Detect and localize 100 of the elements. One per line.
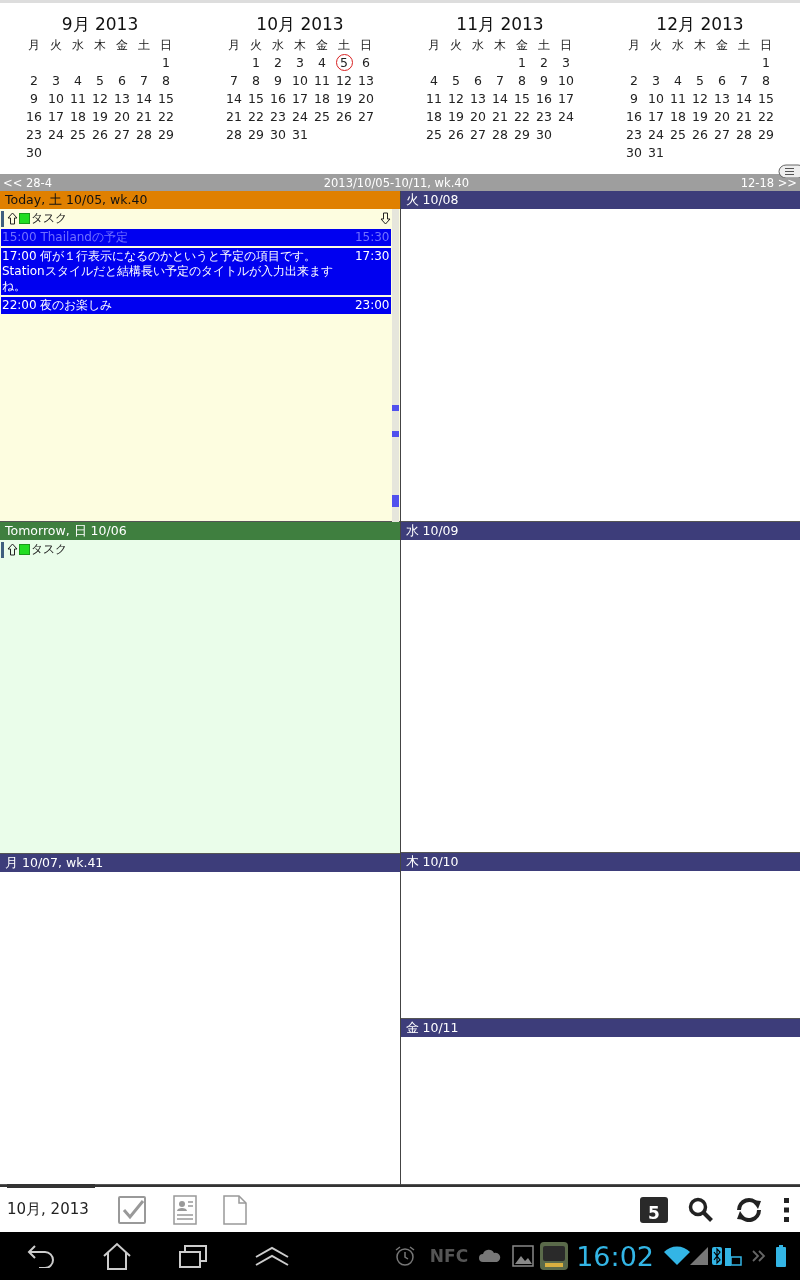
calendar-day[interactable]: 9 [23, 90, 45, 108]
calendar-day[interactable]: 27 [467, 126, 489, 144]
calendar-day[interactable]: 12 [89, 90, 111, 108]
calendar-day[interactable]: 5 [445, 72, 467, 90]
calendar-day[interactable]: 19 [445, 108, 467, 126]
calendar-day[interactable]: 11 [67, 90, 89, 108]
calendar-day[interactable]: 28 [223, 126, 245, 144]
calendar-day[interactable]: 3 [555, 54, 577, 72]
calendar-day[interactable]: 12 [333, 72, 355, 90]
calendar-day[interactable]: 28 [733, 126, 755, 144]
calendar-day[interactable]: 28 [489, 126, 511, 144]
calendar-day[interactable]: 4 [311, 54, 333, 72]
month-label[interactable]: 10月, 2013 [7, 1200, 117, 1219]
calendar-day[interactable]: 9 [533, 72, 555, 90]
calendar-day[interactable]: 16 [267, 90, 289, 108]
calendar-day[interactable]: 3 [45, 72, 67, 90]
day-header[interactable]: 木 10/10 [400, 853, 800, 871]
calendar-day[interactable]: 24 [289, 108, 311, 126]
calendar-day[interactable]: 4 [67, 72, 89, 90]
calendar-day[interactable]: 1 [245, 54, 267, 72]
calendar-day[interactable]: 16 [533, 90, 555, 108]
calendar-day[interactable]: 4 [423, 72, 445, 90]
search-icon[interactable] [688, 1196, 714, 1223]
calendar-day[interactable]: 30 [267, 126, 289, 144]
day-header[interactable]: 金 10/11 [400, 1019, 800, 1037]
calendar-day[interactable]: 11 [423, 90, 445, 108]
calendar-day[interactable]: 17 [555, 90, 577, 108]
calendar-day[interactable]: 29 [511, 126, 533, 144]
calendar-day[interactable]: 23 [267, 108, 289, 126]
calendar-day[interactable]: 27 [711, 126, 733, 144]
calendar-day[interactable]: 23 [533, 108, 555, 126]
overflow-menu-icon[interactable] [784, 1197, 790, 1222]
calendar-day[interactable]: 14 [133, 90, 155, 108]
calendar-day[interactable]: 26 [689, 126, 711, 144]
calendar-day[interactable]: 19 [689, 108, 711, 126]
calendar-day[interactable]: 29 [755, 126, 777, 144]
calendar-day[interactable]: 27 [111, 126, 133, 144]
calendar-day[interactable]: 11 [311, 72, 333, 90]
calendar-day[interactable]: 20 [711, 108, 733, 126]
calendar-day[interactable]: 23 [623, 126, 645, 144]
calendar-day[interactable]: 13 [355, 72, 377, 90]
calendar-day[interactable]: 10 [555, 72, 577, 90]
calendar-day[interactable]: 21 [733, 108, 755, 126]
calendar-day[interactable]: 27 [355, 108, 377, 126]
calendar-day[interactable]: 30 [623, 144, 645, 162]
calendar-day[interactable]: 5 [89, 72, 111, 90]
calendar-day[interactable]: 16 [23, 108, 45, 126]
calendar-day[interactable]: 10 [45, 90, 67, 108]
calendar-day[interactable]: 6 [711, 72, 733, 90]
calendar-day[interactable]: 17 [289, 90, 311, 108]
calendar-day[interactable]: 26 [445, 126, 467, 144]
calendar-day[interactable]: 9 [267, 72, 289, 90]
calendar-day[interactable]: 14 [223, 90, 245, 108]
calendar-day[interactable]: 26 [89, 126, 111, 144]
calendar-day[interactable]: 21 [489, 108, 511, 126]
calendar-day[interactable]: 13 [711, 90, 733, 108]
calendar-day[interactable]: 26 [333, 108, 355, 126]
up-chevron-icon[interactable] [254, 1245, 290, 1267]
calendar-day[interactable]: 4 [667, 72, 689, 90]
calendar-day[interactable]: 22 [245, 108, 267, 126]
calendar-day[interactable]: 7 [489, 72, 511, 90]
calendar-day[interactable]: 25 [67, 126, 89, 144]
calendar-day[interactable]: 12 [445, 90, 467, 108]
calendar-day[interactable]: 3 [289, 54, 311, 72]
calendar-day[interactable]: 20 [355, 90, 377, 108]
calendar-day[interactable]: 3 [645, 72, 667, 90]
calendar-day[interactable]: 10 [645, 90, 667, 108]
calendar-day[interactable]: 25 [311, 108, 333, 126]
calendar-day[interactable]: 11 [667, 90, 689, 108]
calendar-day[interactable]: 25 [423, 126, 445, 144]
day-header[interactable]: 水 10/09 [400, 522, 800, 540]
calendar-day[interactable]: 15 [755, 90, 777, 108]
calendar-day[interactable]: 2 [23, 72, 45, 90]
checkbox-icon[interactable] [117, 1194, 147, 1225]
calendar-day[interactable]: 13 [467, 90, 489, 108]
calendar-day[interactable]: 22 [511, 108, 533, 126]
calendar-day[interactable]: 7 [223, 72, 245, 90]
sync-icon[interactable] [734, 1195, 764, 1224]
calendar-day[interactable]: 22 [155, 108, 177, 126]
calendar-day[interactable]: 15 [511, 90, 533, 108]
calendar-day[interactable]: 23 [23, 126, 45, 144]
calendar-day[interactable]: 30 [23, 144, 45, 162]
calendar-day[interactable]: 9 [623, 90, 645, 108]
calendar-day[interactable]: 7 [733, 72, 755, 90]
recent-apps-icon[interactable] [178, 1243, 208, 1269]
day-header[interactable]: Today, 土 10/05, wk.40 [0, 191, 400, 209]
menu-icon[interactable] [778, 164, 800, 178]
calendar-day[interactable]: 8 [511, 72, 533, 90]
calendar-day[interactable]: 5 [689, 72, 711, 90]
calendar-day[interactable]: 16 [623, 108, 645, 126]
calendar-day[interactable]: 24 [555, 108, 577, 126]
calendar-day[interactable]: 12 [689, 90, 711, 108]
down-arrow-icon[interactable] [379, 212, 391, 225]
calendar-day[interactable]: 6 [355, 54, 377, 72]
calendar-day[interactable]: 21 [133, 108, 155, 126]
calendar-day[interactable]: 31 [645, 144, 667, 162]
calendar-day[interactable]: 8 [245, 72, 267, 90]
calendar-day[interactable]: 14 [733, 90, 755, 108]
contact-card-icon[interactable] [173, 1194, 197, 1225]
home-icon[interactable] [102, 1242, 132, 1270]
